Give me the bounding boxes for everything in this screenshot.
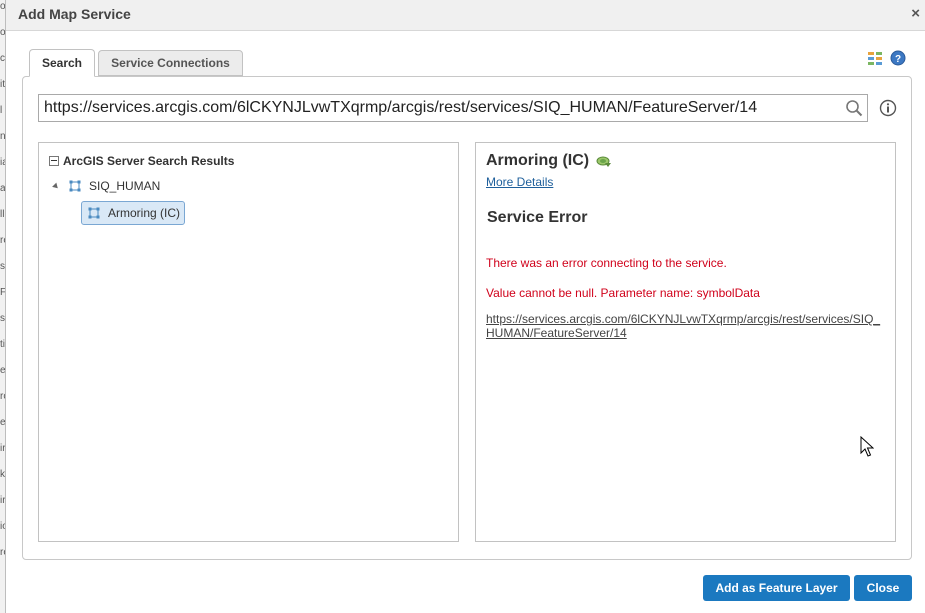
error-message: There was an error connecting to the ser… xyxy=(486,256,727,270)
tree-node-siq-human[interactable]: SIQ_HUMAN xyxy=(52,177,161,195)
url-search-box xyxy=(38,94,868,122)
svg-text:?: ? xyxy=(895,54,901,65)
service-details-pane: Armoring (IC) More Details Service Error… xyxy=(475,142,896,542)
feature-layer-icon xyxy=(88,207,100,219)
info-icon[interactable] xyxy=(879,99,897,117)
help-icon[interactable]: ? xyxy=(890,50,906,66)
collapse-icon[interactable] xyxy=(49,156,59,166)
tree-leaf-label: Armoring (IC) xyxy=(108,206,181,220)
tree-leaf-armoring[interactable]: Armoring (IC) xyxy=(81,201,186,225)
layer-title-text: Armoring (IC) xyxy=(486,152,590,169)
dialog-titlebar: Add Map Service × xyxy=(6,0,925,31)
url-input[interactable] xyxy=(44,98,840,118)
grid-view-icon[interactable] xyxy=(867,50,883,66)
dialog-title: Add Map Service xyxy=(18,6,131,22)
background-text-fragment: ll xyxy=(0,209,5,220)
close-icon[interactable]: × xyxy=(911,4,920,24)
layer-title: Armoring (IC) xyxy=(486,152,612,170)
tree-root: ArcGIS Server Search Results xyxy=(49,153,234,169)
more-details-link[interactable]: More Details xyxy=(486,175,553,189)
tab-search[interactable]: Search xyxy=(29,49,95,77)
search-icon[interactable] xyxy=(845,99,863,117)
background-text-fragment: l xyxy=(0,105,3,116)
mouse-cursor-icon xyxy=(860,436,874,457)
add-as-feature-layer-button[interactable]: Add as Feature Layer xyxy=(703,575,850,601)
add-map-service-dialog: Add Map Service × Search Service Connect… xyxy=(5,0,925,613)
tab-service-connections[interactable]: Service Connections xyxy=(98,50,243,76)
error-service-url-link[interactable]: https://services.arcgis.com/6lCKYNJLvwTX… xyxy=(486,312,884,340)
error-detail: Value cannot be null. Parameter name: sy… xyxy=(486,286,760,300)
close-button[interactable]: Close xyxy=(854,575,912,601)
service-error-heading: Service Error xyxy=(487,209,588,226)
add-layer-icon[interactable] xyxy=(596,154,612,168)
tree-node-label: SIQ_HUMAN xyxy=(89,179,161,193)
search-results-tree: ArcGIS Server Search Results SIQ_HUMAN A… xyxy=(38,142,459,542)
tree-root-label: ArcGIS Server Search Results xyxy=(63,154,235,168)
expanded-triangle-icon[interactable] xyxy=(52,182,60,190)
feature-service-icon xyxy=(69,180,81,192)
